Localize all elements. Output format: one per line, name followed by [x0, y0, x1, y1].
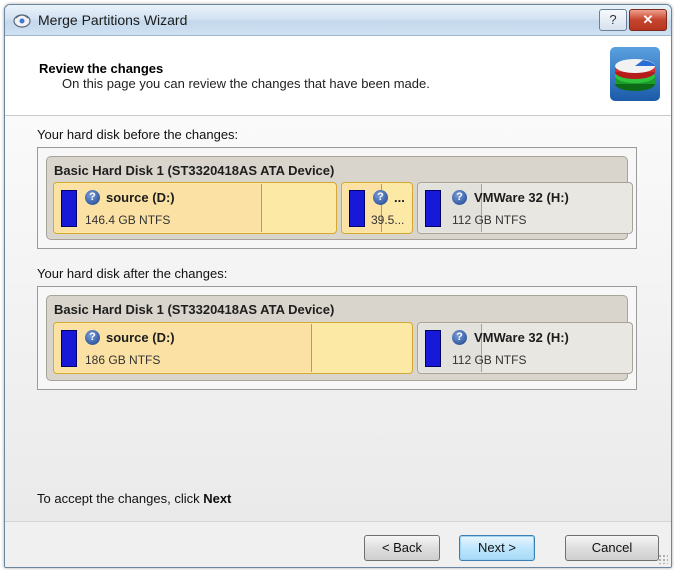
question-icon: ? — [452, 330, 467, 345]
after-partition-source[interactable]: ? source (D:) 186 GB NTFS — [53, 322, 413, 374]
wizard-icon — [13, 14, 31, 28]
before-disk-map: Basic Hard Disk 1 (ST3320418AS ATA Devic… — [46, 156, 633, 240]
question-icon: ? — [452, 190, 467, 205]
page-subtitle: On this page you can review the changes … — [62, 76, 430, 91]
partition-size: 146.4 GB NTFS — [85, 213, 171, 227]
title-bar[interactable]: Merge Partitions Wizard ? ✕ — [5, 5, 671, 36]
before-disk-panel: Basic Hard Disk 1 (ST3320418AS ATA Devic… — [37, 147, 637, 249]
before-disk-title: Basic Hard Disk 1 (ST3320418AS ATA Devic… — [54, 163, 335, 178]
disk-chart-icon — [610, 47, 660, 101]
before-label: Your hard disk before the changes: — [37, 127, 239, 142]
before-partition-small[interactable]: ? ... 39.5... — [341, 182, 413, 234]
partition-name: source (D:) — [106, 330, 175, 345]
page-title: Review the changes — [39, 61, 164, 76]
merge-partitions-wizard-window: Merge Partitions Wizard ? ✕ Review the c… — [4, 4, 672, 568]
partition-name: VMWare 32 (H:) — [474, 330, 569, 345]
accept-instruction: To accept the changes, click Next — [37, 491, 231, 506]
before-partition-source[interactable]: ? source (D:) 146.4 GB NTFS — [53, 182, 337, 234]
accept-next-word: Next — [203, 491, 232, 506]
wizard-header: Review the changes On this page you can … — [5, 36, 671, 116]
after-partition-vmware[interactable]: ? VMWare 32 (H:) 112 GB NTFS — [417, 322, 633, 374]
resize-grip[interactable] — [658, 554, 668, 564]
question-icon: ? — [85, 190, 100, 205]
close-button[interactable]: ✕ — [629, 9, 667, 31]
wizard-content: Your hard disk before the changes: Basic… — [5, 116, 671, 521]
question-icon: ? — [85, 330, 100, 345]
partition-color-bar — [425, 190, 441, 227]
partition-name: VMWare 32 (H:) — [474, 190, 569, 205]
after-disk-map: Basic Hard Disk 1 (ST3320418AS ATA Devic… — [46, 295, 633, 381]
after-disk-title: Basic Hard Disk 1 (ST3320418AS ATA Devic… — [54, 302, 335, 317]
after-disk-panel: Basic Hard Disk 1 (ST3320418AS ATA Devic… — [37, 286, 637, 390]
accept-text: To accept the changes, click — [37, 491, 204, 506]
partition-color-bar — [349, 190, 365, 227]
partition-size: 112 GB NTFS — [452, 353, 527, 367]
partition-color-bar — [61, 190, 77, 227]
after-label: Your hard disk after the changes: — [37, 266, 228, 281]
partition-color-bar — [425, 330, 441, 367]
partition-name: ... — [394, 190, 405, 205]
partition-size: 186 GB NTFS — [85, 353, 161, 367]
partition-size: 39.5... — [371, 213, 405, 227]
back-button[interactable]: < Back — [364, 535, 440, 561]
button-bar: < Back Next > Cancel — [5, 521, 671, 567]
next-button[interactable]: Next > — [459, 535, 535, 561]
cancel-button[interactable]: Cancel — [565, 535, 659, 561]
help-button[interactable]: ? — [599, 9, 627, 31]
before-partition-vmware[interactable]: ? VMWare 32 (H:) 112 GB NTFS — [417, 182, 633, 234]
window-title: Merge Partitions Wizard — [38, 12, 188, 28]
question-icon: ? — [373, 190, 388, 205]
partition-size: 112 GB NTFS — [452, 213, 527, 227]
partition-color-bar — [61, 330, 77, 367]
partition-name: source (D:) — [106, 190, 175, 205]
